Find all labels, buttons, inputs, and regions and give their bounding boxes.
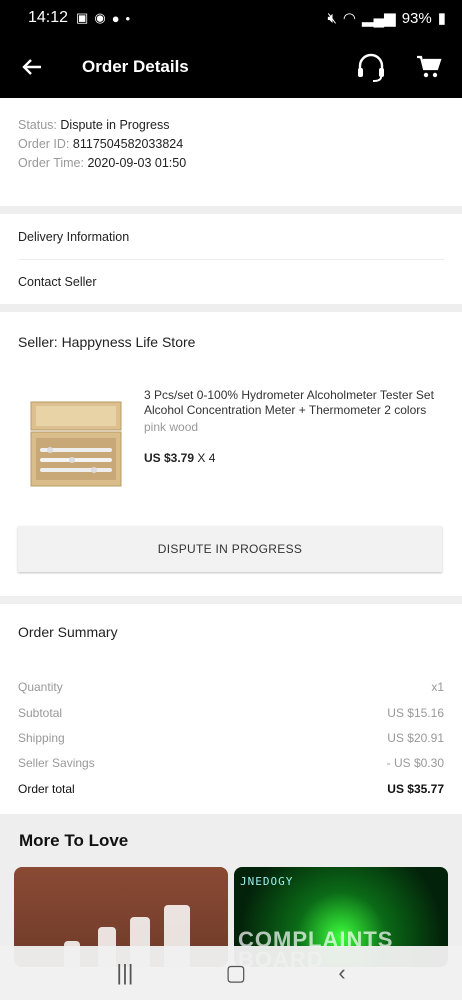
headset-icon [358, 53, 384, 82]
summary-label: Shipping [18, 731, 65, 745]
summary-value: US $35.77 [387, 782, 444, 796]
product-price-row: US $3.79 X 4 [144, 451, 444, 466]
summary-row-quantity: Quantity x1 [18, 680, 444, 694]
order-id-row: Order ID: 8117504582033824 [18, 137, 444, 151]
home-button[interactable]: ▢ [226, 960, 247, 986]
order-time-row: Order Time: 2020-09-03 01:50 [18, 156, 444, 170]
summary-row-order-total: Order total US $35.77 [18, 782, 444, 796]
hydrometer-box-image [28, 396, 124, 490]
order-summary-title: Order Summary [18, 624, 118, 640]
summary-value: US $20.91 [387, 731, 444, 745]
recent-apps-button[interactable]: ||| [116, 960, 133, 986]
order-status-card: Status: Dispute in Progress Order ID: 81… [0, 98, 462, 206]
summary-row-subtotal: Subtotal US $15.16 [18, 706, 444, 720]
product-quantity: X 4 [197, 451, 216, 465]
order-id-label: Order ID: [18, 137, 70, 151]
page-title: Order Details [82, 57, 189, 76]
product-info[interactable]: 3 Pcs/set 0-100% Hydrometer Alcoholmeter… [144, 388, 444, 466]
cart-button[interactable] [412, 50, 446, 84]
signal-icon: ▂▄▆ [362, 10, 396, 27]
order-id-value: 8117504582033824 [72, 137, 184, 151]
summary-label: Subtotal [18, 706, 63, 720]
app-bar: Order Details [0, 36, 462, 98]
order-time-label: Order Time: [18, 156, 84, 170]
status-value: Dispute in Progress [60, 118, 170, 132]
product-name: 3 Pcs/set 0-100% Hydrometer Alcoholmeter… [144, 388, 434, 417]
battery-icon: ▮ [437, 10, 446, 27]
back-arrow-icon [22, 59, 41, 75]
status-bar: 14:12 ▣ ◉ ● • 🔇︎ ◠ ▂▄▆ 93% ▮ [0, 0, 462, 36]
cart-icon [417, 55, 442, 78]
more-to-love-title: More To Love [19, 831, 129, 850]
delivery-information-link[interactable]: Delivery Information [0, 214, 462, 259]
product-variant: pink wood [144, 420, 199, 434]
mute-icon: 🔇︎ [327, 9, 337, 27]
system-nav-bar: ||| ▢ ‹ [0, 946, 462, 1000]
order-summary-card: Order Summary Quantity x1 Subtotal US $1… [0, 604, 462, 814]
summary-label: Quantity [18, 680, 63, 694]
order-time-value: 2020-09-03 01:50 [87, 156, 187, 170]
notification-icons: ▣ ◉ ● • [76, 10, 130, 26]
tile-brand-text: JNEDOGY [240, 875, 294, 888]
status-label: Status: [18, 118, 57, 132]
status-row: Status: Dispute in Progress [18, 118, 444, 132]
summary-label: Seller Savings [18, 756, 95, 770]
dispute-in-progress-button[interactable]: DISPUTE IN PROGRESS [18, 526, 442, 572]
app-icon: ● [111, 10, 120, 26]
summary-row-shipping: Shipping US $20.91 [18, 731, 444, 745]
back-button[interactable] [2, 36, 62, 98]
clock: 14:12 [28, 9, 69, 26]
more-notifications-icon: • [125, 10, 131, 26]
summary-value: x1 [431, 680, 444, 694]
system-back-button[interactable]: ‹ [338, 960, 345, 986]
product-image[interactable] [28, 396, 124, 495]
order-links-card: Delivery Information Contact Seller [0, 214, 462, 304]
wifi-icon: ◠ [342, 10, 356, 27]
whatsapp-icon: ◉ [94, 10, 106, 25]
summary-row-seller-savings: Seller Savings - US $0.30 [18, 756, 444, 770]
gallery-icon: ▣ [76, 10, 89, 25]
support-button[interactable] [354, 50, 388, 84]
summary-value: US $15.16 [387, 706, 444, 720]
battery-level: 93% [401, 9, 432, 27]
summary-label: Order total [18, 782, 75, 796]
seller-name[interactable]: Seller: Happyness Life Store [18, 334, 195, 350]
product-price: US $3.79 [144, 451, 195, 465]
contact-seller-link[interactable]: Contact Seller [18, 259, 444, 304]
summary-value: - US $0.30 [386, 756, 444, 770]
